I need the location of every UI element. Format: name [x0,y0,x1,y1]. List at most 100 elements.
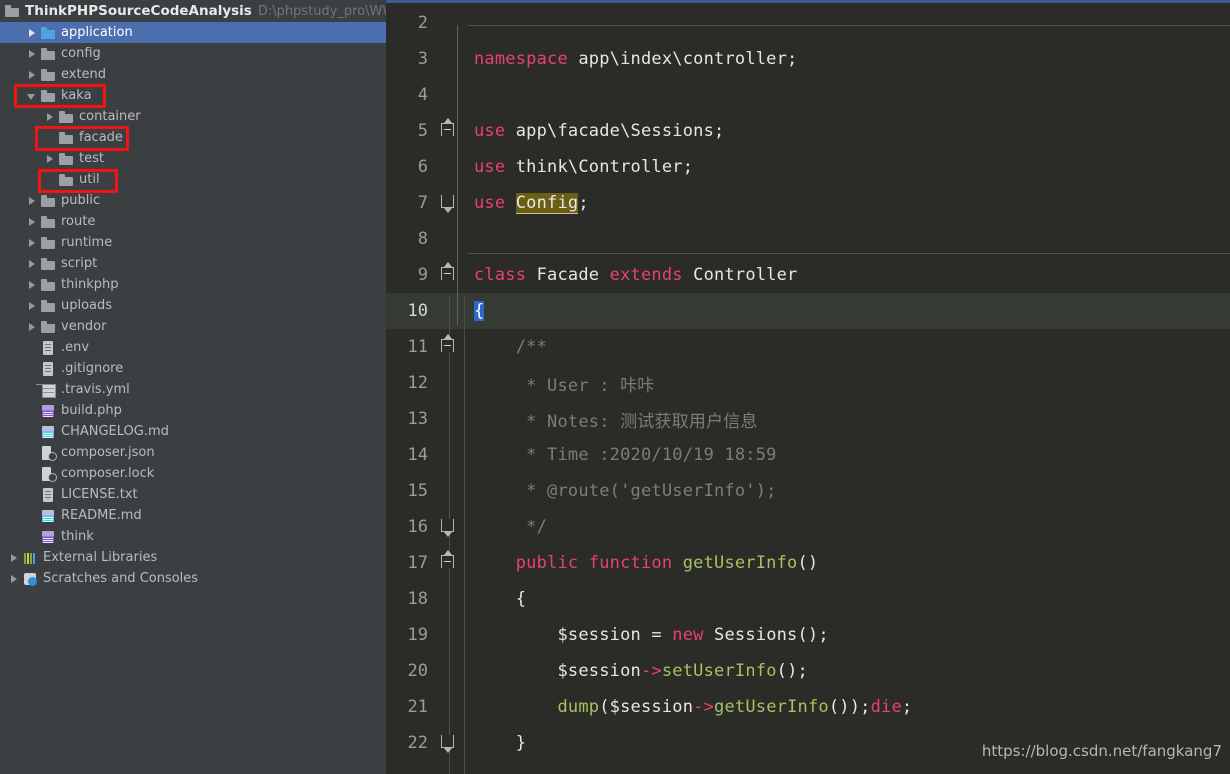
tree-item-composer-json[interactable]: composer.json [0,442,386,463]
code-token: die [870,697,902,717]
chevron-right-icon[interactable] [8,552,20,564]
tree-item-config[interactable]: config [0,43,386,64]
tree-item-external-libraries[interactable]: External Libraries [0,547,386,568]
code-line[interactable]: 3 namespace app\index\controller; [386,41,1230,77]
code-fold-icon[interactable] [441,519,454,537]
code-line[interactable]: 21 dump($session->getUserInfo());die; [386,689,1230,725]
tree-item-label: LICENSE.txt [61,487,138,502]
code-line[interactable]: 6 use think\Controller; [386,149,1230,185]
tree-item-thinkphp[interactable]: thinkphp [0,274,386,295]
tree-item-container[interactable]: container [0,106,386,127]
code-line[interactable]: 17 public function getUserInfo() [386,545,1230,581]
tree-item-public[interactable]: public [0,190,386,211]
tree-item-uploads[interactable]: uploads [0,295,386,316]
chevron-right-icon[interactable] [44,111,56,123]
code-line[interactable]: 18 { [386,581,1230,617]
code-fold-icon[interactable] [441,195,454,213]
folder-icon [40,88,56,104]
tree-item-util[interactable]: util [0,169,386,190]
chevron-right-icon[interactable] [8,573,20,585]
code-line[interactable]: 4 [386,77,1230,113]
code-line[interactable]: 11 /** [386,329,1230,365]
code-fold-icon[interactable] [441,735,454,753]
code-lines-container[interactable]: 2 3 namespace app\index\controller; 4 5 use a… [386,5,1230,774]
code-line-partial[interactable] [386,761,1230,774]
tree-item-scratches-and-consoles[interactable]: Scratches and Consoles [0,568,386,589]
chevron-right-icon[interactable] [44,153,56,165]
code-line[interactable]: 8 [386,221,1230,257]
code-token: setUserInfo [661,661,777,681]
tree-item-vendor[interactable]: vendor [0,316,386,337]
fold-gutter[interactable] [436,185,462,221]
code-fold-icon[interactable] [441,118,454,136]
chevron-right-icon[interactable] [26,321,38,333]
code-line[interactable]: 19 $session = new Sessions(); [386,617,1230,653]
file-icon [40,340,56,356]
chevron-right-icon[interactable] [26,258,38,270]
code-fold-icon[interactable] [441,334,454,352]
tree-item-extend[interactable]: extend [0,64,386,85]
tree-item-readme-md[interactable]: README.md [0,505,386,526]
chevron-right-icon[interactable] [26,279,38,291]
code-line[interactable]: 2 [386,5,1230,41]
code-line[interactable]: 9 class Facade extends Controller [386,257,1230,293]
code-token: { [474,301,485,321]
code-line[interactable]: 15 * @route('getUserInfo'); [386,473,1230,509]
tree-item-runtime[interactable]: runtime [0,232,386,253]
fold-gutter[interactable] [436,113,462,149]
tree-item-application[interactable]: application [0,22,386,43]
fold-gutter[interactable] [436,5,462,41]
tree-item-travis-yml[interactable]: .travis.yml [0,379,386,400]
indent-guide-line [464,295,465,774]
fold-gutter[interactable] [436,77,462,113]
chevron-right-icon[interactable] [26,216,38,228]
project-root-row[interactable]: ThinkPHPSourceCodeAnalysis D:\phpstudy_p… [0,0,386,22]
tree-item-facade[interactable]: facade [0,127,386,148]
chevron-right-icon[interactable] [26,195,38,207]
project-tree-panel[interactable]: ThinkPHPSourceCodeAnalysis D:\phpstudy_p… [0,0,386,774]
tree-item-changelog-md[interactable]: CHANGELOG.md [0,421,386,442]
code-fold-icon[interactable] [441,550,454,568]
tree-item-script[interactable]: script [0,253,386,274]
chevron-down-icon[interactable] [26,90,38,102]
tree-item-test[interactable]: test [0,148,386,169]
tree-item-composer-lock[interactable]: composer.lock [0,463,386,484]
chevron-right-icon[interactable] [26,48,38,60]
chevron-right-icon[interactable] [26,300,38,312]
code-line[interactable]: 13 * Notes: 测试获取用户信息 [386,401,1230,437]
code-line[interactable]: 20 $session->setUserInfo(); [386,653,1230,689]
chevron-right-icon[interactable] [26,27,38,39]
chevron-right-icon[interactable] [26,69,38,81]
tree-item-gitignore[interactable]: .gitignore [0,358,386,379]
code-line[interactable]: 7 use Config; [386,185,1230,221]
tree-item-license-txt[interactable]: LICENSE.txt [0,484,386,505]
code-editor[interactable]: 2 3 namespace app\index\controller; 4 5 use a… [386,0,1230,774]
folder-icon [40,298,56,314]
code-line[interactable]: 16 */ [386,509,1230,545]
fold-gutter[interactable] [436,221,462,257]
code-token: $session [474,661,641,681]
chevron-right-icon[interactable] [26,237,38,249]
tree-item-think[interactable]: think [0,526,386,547]
code-fold-icon[interactable] [441,262,454,280]
php-icon [40,403,56,419]
code-line[interactable]: 12 * User : 咔咔 [386,365,1230,401]
tree-item-build-php[interactable]: build.php [0,400,386,421]
code-line[interactable]: 14 * Time :2020/10/19 18:59 [386,437,1230,473]
tree-item-env[interactable]: .env [0,337,386,358]
code-line[interactable]: 5 use app\facade\Sessions; [386,113,1230,149]
code-token: * Notes: 测试获取用户信息 [474,411,758,432]
tree-item-route[interactable]: route [0,211,386,232]
code-line[interactable]: 10 { [386,293,1230,329]
fold-gutter[interactable] [436,41,462,77]
tree-item-label: vendor [61,319,107,334]
line-number: 4 [417,85,428,105]
fold-gutter[interactable] [436,257,462,293]
tree-item-kaka[interactable]: kaka [0,85,386,106]
project-root-label: ThinkPHPSourceCodeAnalysis [25,3,252,19]
fold-gutter[interactable] [436,149,462,185]
yml-icon [40,382,56,398]
project-tree-list[interactable]: application config extend kaka container faca… [0,22,386,589]
